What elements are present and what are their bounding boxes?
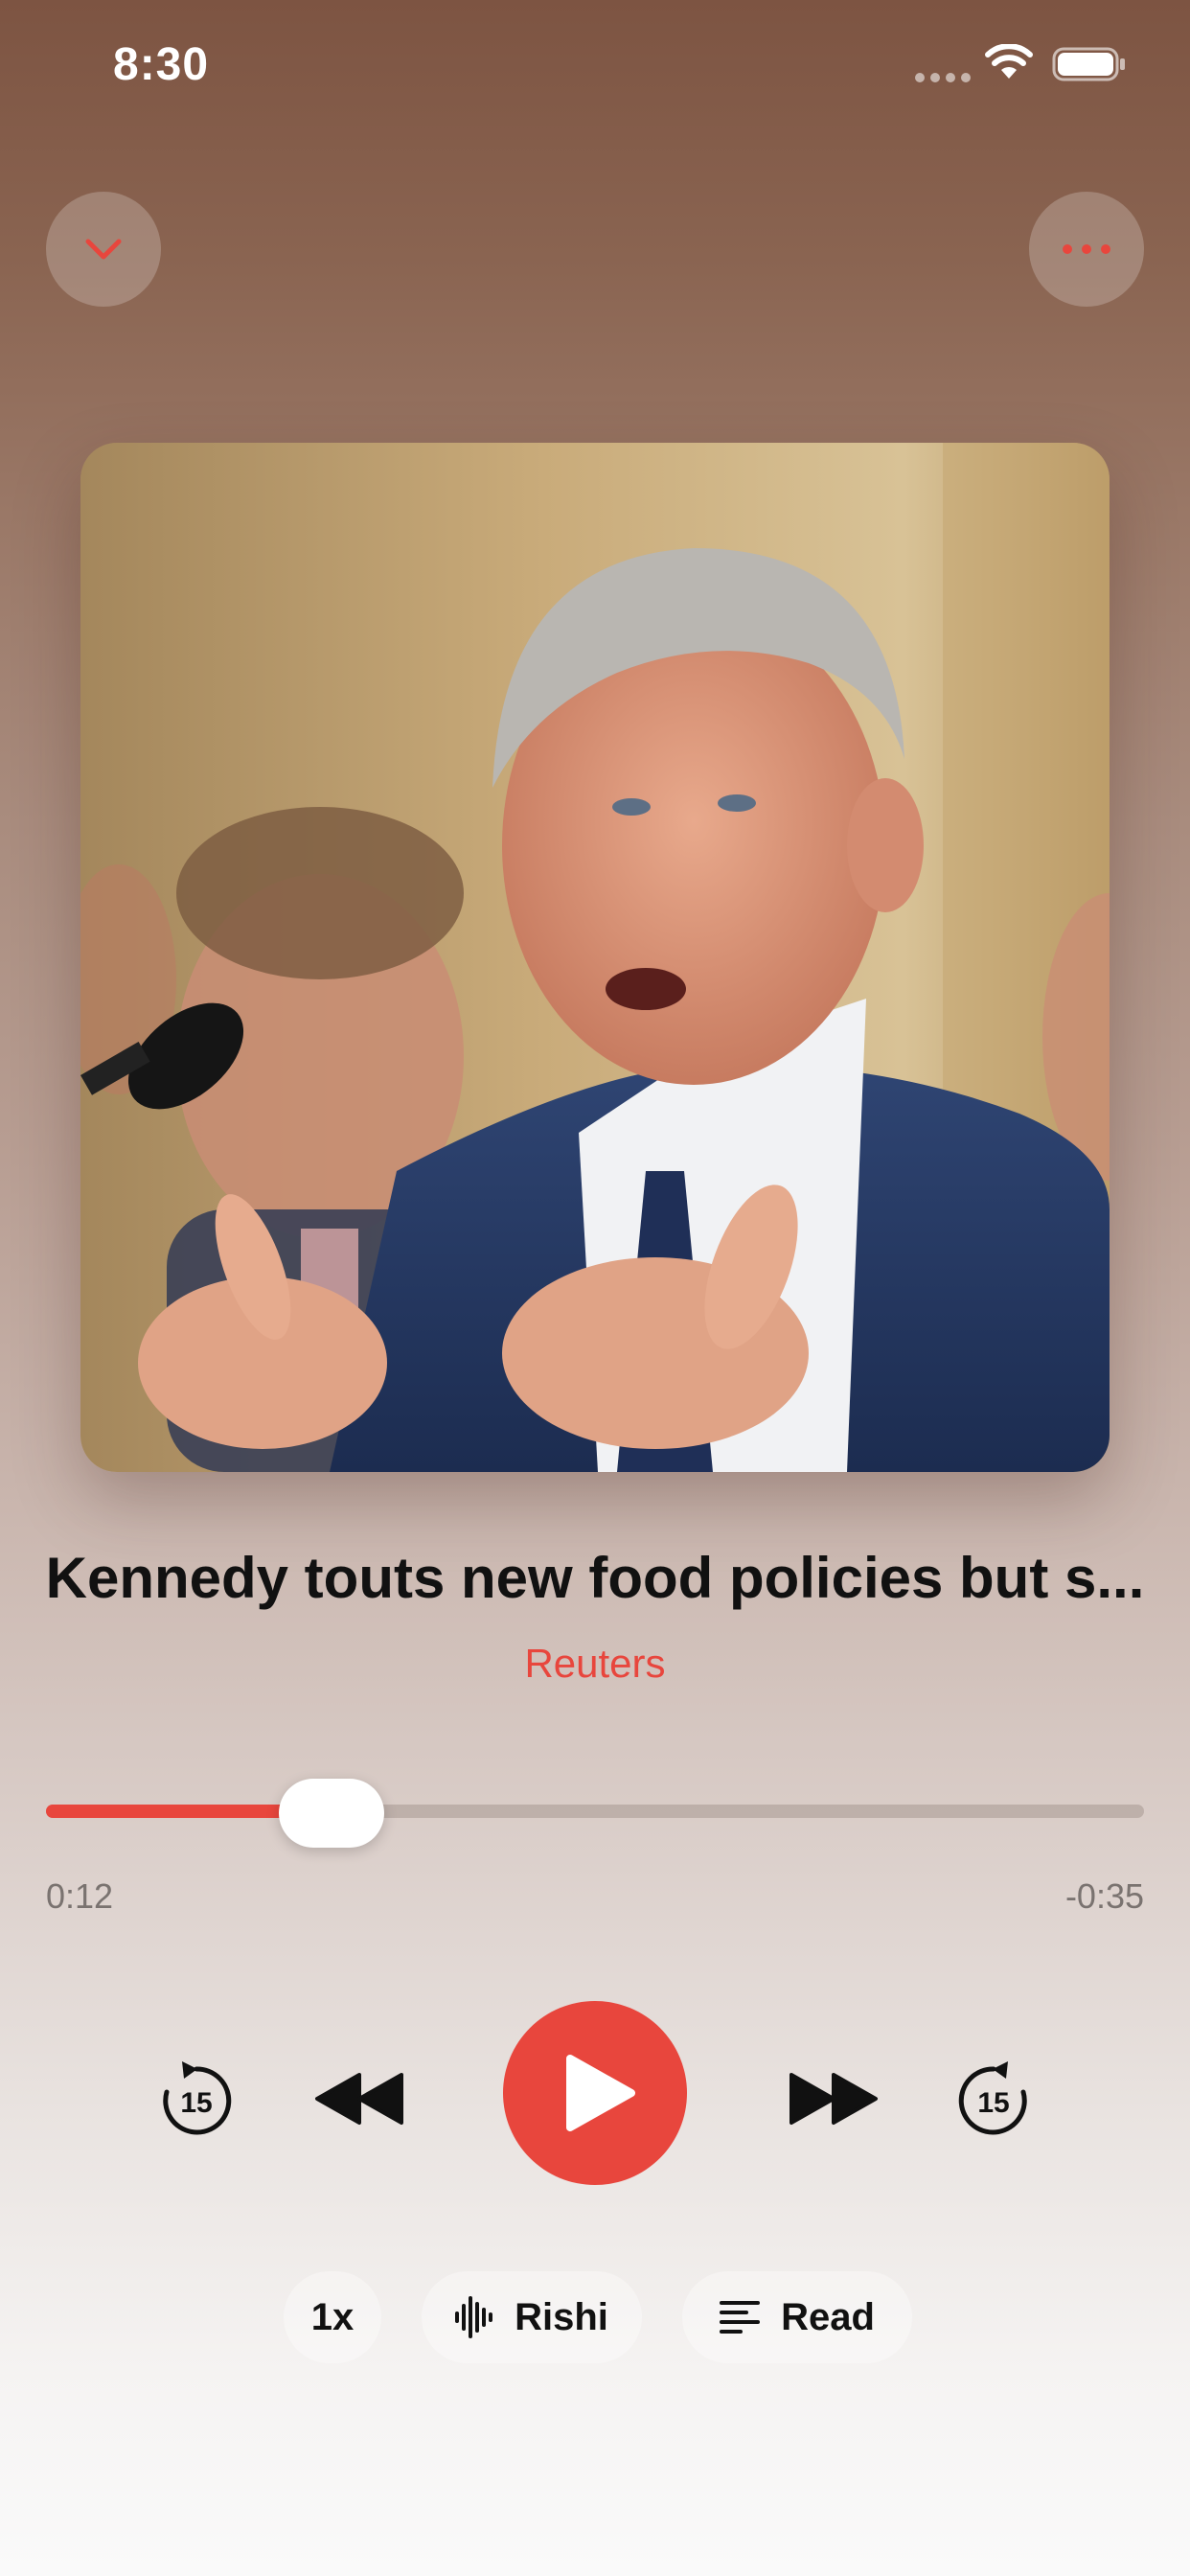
progress-scrubber-handle[interactable] [279,1779,384,1848]
progress-bar[interactable] [46,1805,1144,1818]
elapsed-time: 0:12 [46,1876,114,1916]
artwork-photo [80,443,1110,1472]
waveform-icon [455,2296,493,2338]
playback-speed-label: 1x [310,2295,355,2338]
chevron-down-icon [85,239,122,260]
battery-icon [1052,47,1125,81]
playback-speed-button[interactable]: 1x [284,2271,381,2363]
status-time: 8:30 [113,39,210,90]
fast-forward-button[interactable] [781,2060,886,2137]
skip-back-15-icon: 15 [163,2061,232,2135]
read-label: Read [781,2295,875,2338]
wifi-icon [985,44,1033,79]
collapse-button[interactable] [46,192,161,307]
fast-forward-icon [790,2073,878,2125]
remaining-time: -0:35 [1064,1876,1144,1916]
skip-forward-15-icon: 15 [958,2061,1027,2135]
status-bar: 8:30 [0,0,1190,134]
svg-text:15: 15 [977,2087,1009,2119]
play-button[interactable] [503,2001,687,2185]
text-lines-icon [720,2301,761,2334]
skip-forward-15-button[interactable]: 15 [950,2056,1037,2142]
skip-back-15-button[interactable]: 15 [153,2056,240,2142]
rewind-icon [315,2073,403,2125]
article-title: Kennedy touts new food policies but s... [45,1546,1145,1610]
voice-selector-button[interactable]: Rishi [422,2271,642,2363]
read-article-button[interactable]: Read [682,2271,912,2363]
voice-label: Rishi [515,2295,608,2338]
play-icon [566,2055,635,2131]
cellular-signal-icon [915,73,971,84]
svg-text:15: 15 [180,2087,212,2119]
ellipsis-icon [1063,244,1110,254]
more-options-button[interactable] [1029,192,1144,307]
rewind-button[interactable] [307,2060,412,2137]
article-artwork [80,443,1110,1472]
article-source[interactable]: Reuters [0,1641,1190,1687]
